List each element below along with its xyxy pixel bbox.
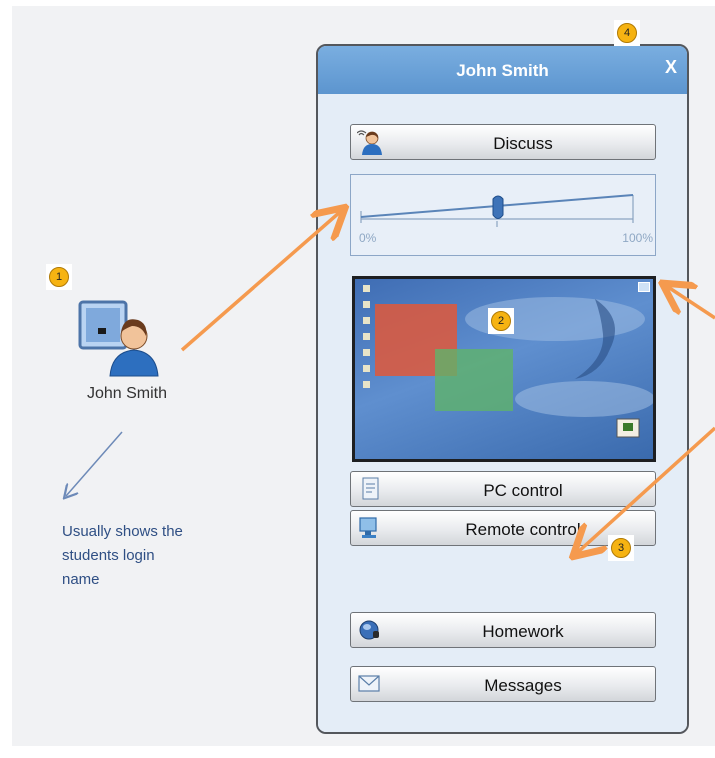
panel-title: John Smith xyxy=(456,61,549,80)
discuss-button[interactable]: Discuss xyxy=(350,124,656,160)
document-icon xyxy=(362,477,379,500)
pc-control-button[interactable]: PC control xyxy=(350,471,656,507)
note-line-1: Usually shows the xyxy=(62,523,183,540)
messages-button[interactable]: Messages xyxy=(350,666,656,702)
callout-number: 1 xyxy=(49,267,69,287)
volume-slider[interactable]: 0% 100% xyxy=(350,174,656,256)
student-name-label: John Smith xyxy=(86,385,168,402)
maximize-icon[interactable] xyxy=(638,282,650,292)
monitor-icon xyxy=(359,517,377,538)
slider-thumb[interactable] xyxy=(490,193,506,223)
discuss-label: Discuss xyxy=(493,134,553,153)
note-line-2: students login xyxy=(62,547,155,564)
callout-badge-3: 3 xyxy=(608,535,634,561)
slider-min-label: 0% xyxy=(359,231,377,245)
close-button[interactable]: X xyxy=(665,57,677,78)
callout-number: 3 xyxy=(611,538,631,558)
callout-badge-1: 1 xyxy=(46,264,72,290)
panel-header: John Smith X xyxy=(318,46,687,94)
pc-control-label: PC control xyxy=(483,481,563,500)
homework-label: Homework xyxy=(482,622,564,641)
note-line-3: name xyxy=(62,571,100,588)
headset-icon xyxy=(359,620,379,640)
student-control-panel: John Smith X Discuss 0% 100% PC control … xyxy=(316,44,689,734)
broadcast-user-icon xyxy=(357,130,382,155)
slider-max-label: 100% xyxy=(622,231,653,245)
callout-number: 2 xyxy=(491,311,511,331)
student-screen-thumbnail[interactable] xyxy=(352,276,656,462)
envelope-icon xyxy=(358,675,380,692)
student-computer-icon[interactable] xyxy=(76,298,162,378)
callout-badge-2: 2 xyxy=(488,308,514,334)
homework-button[interactable]: Homework xyxy=(350,612,656,648)
callout-number: 4 xyxy=(617,23,637,43)
desktop-preview xyxy=(363,285,653,438)
callout-badge-4: 4 xyxy=(614,20,640,46)
messages-label: Messages xyxy=(484,676,562,695)
student-name-note: Usually shows the students login name xyxy=(62,520,262,592)
